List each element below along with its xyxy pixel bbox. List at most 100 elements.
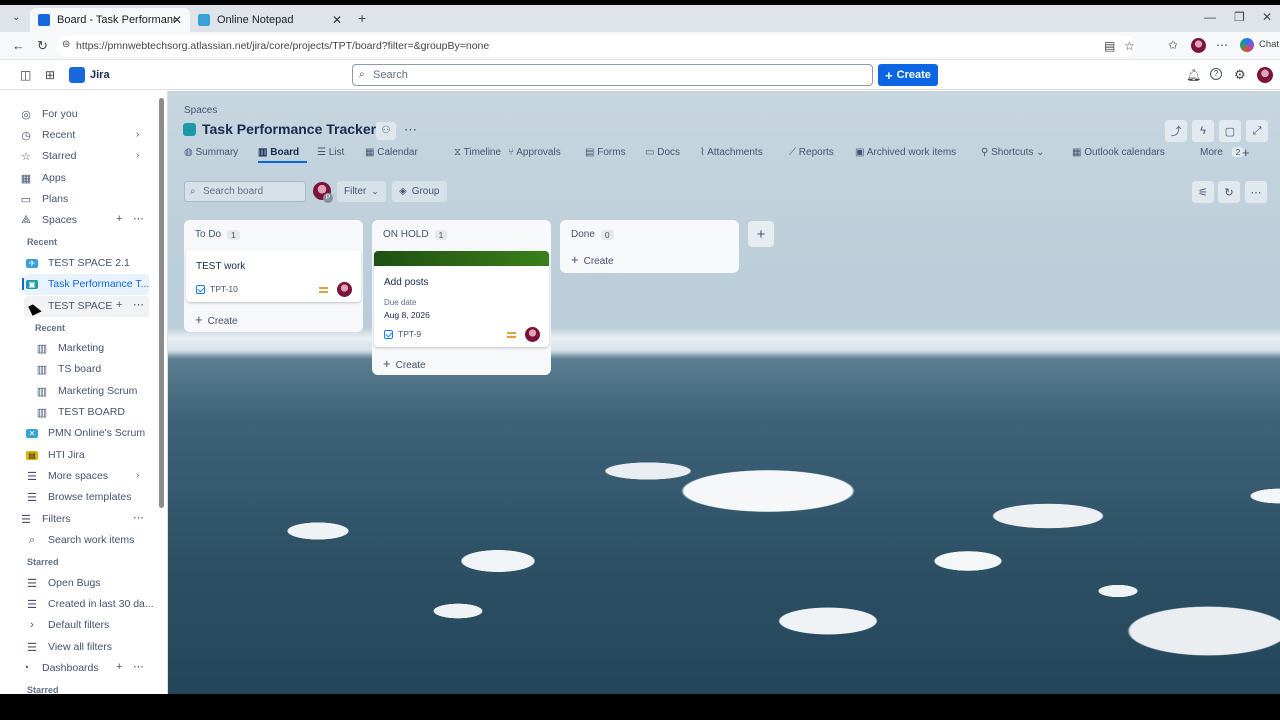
people-icon[interactable]: ⚇ — [376, 122, 396, 140]
tab-list-chevron-icon[interactable]: ⌄ — [12, 13, 20, 23]
reader-icon[interactable]: ▤ — [1104, 40, 1115, 52]
feedback-icon[interactable]: ▢ — [1219, 120, 1241, 142]
sidebar-filter-created-last-30[interactable]: ☰ Created in last 30 da... — [26, 594, 154, 614]
sidebar-item-dashboards[interactable]: ◔ Dashboards — [20, 658, 148, 678]
sidebar-browse-templates[interactable]: ☰ Browse templates — [26, 487, 154, 507]
sidebar-item-for-you[interactable]: ◎ For you — [20, 104, 148, 124]
more-actions-icon[interactable]: ⋯ — [404, 122, 417, 138]
more-actions-icon[interactable]: ⋯ — [1245, 181, 1267, 203]
sidebar-toggle-icon[interactable]: ◫ — [20, 69, 31, 81]
sidebar-item-apps[interactable]: ▦ Apps — [20, 168, 148, 188]
tab-list[interactable]: ☰ List — [317, 147, 344, 158]
sidebar-board-marketing[interactable]: ▥ Marketing — [36, 338, 164, 358]
sidebar-space-hti-jira[interactable]: ▤ HTI Jira — [26, 445, 154, 465]
more-actions-icon[interactable]: ⋯ — [133, 298, 144, 311]
automation-bolt-icon[interactable]: ϟ — [1192, 120, 1214, 142]
sidebar-item-plans[interactable]: ▭ Plans — [20, 189, 148, 209]
profile-avatar[interactable] — [1191, 38, 1206, 53]
tab-forms[interactable]: ▤ Forms — [585, 147, 626, 158]
add-dashboard-icon[interactable]: + — [116, 661, 122, 673]
fullscreen-icon[interactable]: ⤢ — [1246, 120, 1268, 142]
sidebar-item-filters[interactable]: ☰ Filters — [20, 509, 148, 529]
more-actions-icon[interactable]: ⋯ — [133, 511, 144, 524]
site-info-icon[interactable]: ⊜ — [62, 40, 70, 50]
app-name[interactable]: Jira — [90, 69, 110, 81]
sidebar-board-ts-board[interactable]: ▥ TS board — [36, 359, 164, 379]
sidebar-filter-open-bugs[interactable]: ☰ Open Bugs — [26, 573, 154, 593]
chat-label[interactable]: Chat — [1259, 40, 1279, 50]
tab-reports[interactable]: ⟋ Reports — [789, 147, 834, 158]
view-settings-icon[interactable]: ⚟ — [1192, 181, 1214, 203]
close-tab-icon[interactable]: ✕ — [172, 13, 182, 27]
tab-calendar[interactable]: ▦ Calendar — [365, 147, 418, 158]
group-button[interactable]: ◈ Group — [392, 181, 447, 202]
tab-approvals[interactable]: ⑂ Approvals — [508, 147, 561, 158]
filter-button[interactable]: Filter ⌄ — [337, 181, 386, 202]
close-window-icon[interactable]: ✕ — [1262, 11, 1272, 23]
tab-summary[interactable]: ◍ Summary — [184, 147, 238, 158]
close-tab-icon[interactable]: ✕ — [332, 13, 342, 27]
favorites-icon[interactable]: ✩ — [1168, 39, 1178, 51]
tab-more[interactable]: More 2 — [1200, 147, 1245, 158]
create-button[interactable]: + Create — [878, 64, 938, 86]
sidebar-item-starred[interactable]: ☆ Starred — [20, 146, 148, 166]
more-actions-icon[interactable]: ⋯ — [133, 660, 144, 673]
create-card-button[interactable]: + Create — [571, 252, 614, 267]
card-assignee-avatar[interactable] — [525, 327, 540, 342]
browser-tab-board[interactable]: Board - Task Performance Tracker ✕ — [30, 8, 190, 32]
back-icon[interactable]: ← — [12, 39, 25, 52]
copilot-icon[interactable] — [1240, 38, 1254, 52]
board-search-input[interactable]: ⌕ Search board — [184, 181, 306, 202]
sidebar-more-spaces[interactable]: ☰ More spaces — [26, 466, 154, 486]
tab-board[interactable]: ▥ Board — [258, 147, 299, 158]
global-search-input[interactable]: ⌕ Search — [352, 64, 873, 86]
sidebar-space-test-space-2-1[interactable]: ✈ TEST SPACE 2.1 — [26, 253, 154, 273]
create-card-button[interactable]: + Create — [383, 356, 426, 371]
sidebar-scrollbar[interactable] — [159, 98, 164, 508]
new-tab-icon[interactable]: + — [358, 11, 366, 25]
tab-docs[interactable]: ▭ Docs — [645, 147, 680, 158]
minimize-icon[interactable]: — — [1204, 11, 1216, 23]
add-icon[interactable]: + — [116, 299, 122, 311]
browser-tab-notepad[interactable]: Online Notepad ✕ — [190, 8, 350, 32]
card-assignee-avatar[interactable] — [337, 282, 352, 297]
sidebar-space-task-performance-tracker[interactable]: ▣ Task Performance T... — [26, 274, 154, 294]
more-actions-icon[interactable]: ⋯ — [133, 212, 144, 225]
user-avatar[interactable] — [1257, 67, 1273, 83]
favorite-star-icon[interactable]: ☆ — [1124, 40, 1135, 52]
tab-timeline[interactable]: ⧖ Timeline — [454, 147, 501, 158]
app-switcher-icon[interactable]: ⊞ — [45, 69, 55, 81]
chevron-right-icon[interactable]: › — [136, 150, 139, 161]
sidebar-space-pmn-online-scrum[interactable]: ✕ PMN Online's Scrum — [26, 423, 154, 443]
card-add-posts[interactable]: Add posts Due date Aug 8, 2026 TPT-9 — [374, 251, 549, 347]
add-column-button[interactable]: + — [748, 221, 774, 247]
tab-archived-work-items[interactable]: ▣ Archived work items — [855, 147, 956, 158]
add-tab-icon[interactable]: + — [1242, 145, 1250, 160]
tab-outlook-calendars[interactable]: ▦ Outlook calendars — [1072, 147, 1165, 158]
add-space-icon[interactable]: + — [116, 213, 122, 225]
share-icon[interactable]: ⤴ — [1165, 120, 1187, 142]
notifications-bell-icon[interactable]: 🔔︎ — [1186, 69, 1201, 81]
sidebar-default-filters[interactable]: › Default filters — [26, 615, 154, 635]
restore-icon[interactable]: ❐ — [1234, 11, 1245, 23]
url-field[interactable]: ⊜ https://pmnwebtechsorg.atlassian.net/j… — [56, 35, 1136, 57]
settings-gear-icon[interactable]: ⚙ — [1234, 68, 1246, 81]
help-icon[interactable]: ? — [1210, 68, 1222, 80]
sidebar-search-work-items[interactable]: ⌕ Search work items — [26, 530, 154, 550]
chevron-right-icon[interactable]: › — [136, 470, 139, 481]
sidebar-item-recent[interactable]: ◷ Recent — [20, 125, 148, 145]
sidebar-view-all-filters[interactable]: ☰ View all filters — [26, 637, 154, 657]
tab-attachments[interactable]: ⌇ Attachments — [700, 147, 763, 158]
sidebar-board-test-board[interactable]: ▥ TEST BOARD — [36, 402, 164, 422]
more-options-icon[interactable]: ⋯ — [1216, 39, 1228, 51]
sidebar-item-spaces[interactable]: ⟁ Spaces — [20, 210, 148, 230]
card-test-work[interactable]: TEST work TPT-10 — [186, 250, 361, 302]
chevron-right-icon[interactable]: › — [136, 129, 139, 140]
breadcrumb[interactable]: Spaces — [184, 105, 217, 116]
create-card-button[interactable]: + Create — [195, 312, 238, 327]
reload-icon[interactable]: ↻ — [37, 39, 48, 52]
tab-shortcuts[interactable]: ⚲ Shortcuts ⌄ — [981, 147, 1045, 158]
jira-logo-icon[interactable] — [69, 67, 85, 83]
refresh-icon[interactable]: ↻ — [1218, 181, 1240, 203]
sidebar-board-marketing-scrum[interactable]: ▥ Marketing Scrum — [36, 381, 164, 401]
